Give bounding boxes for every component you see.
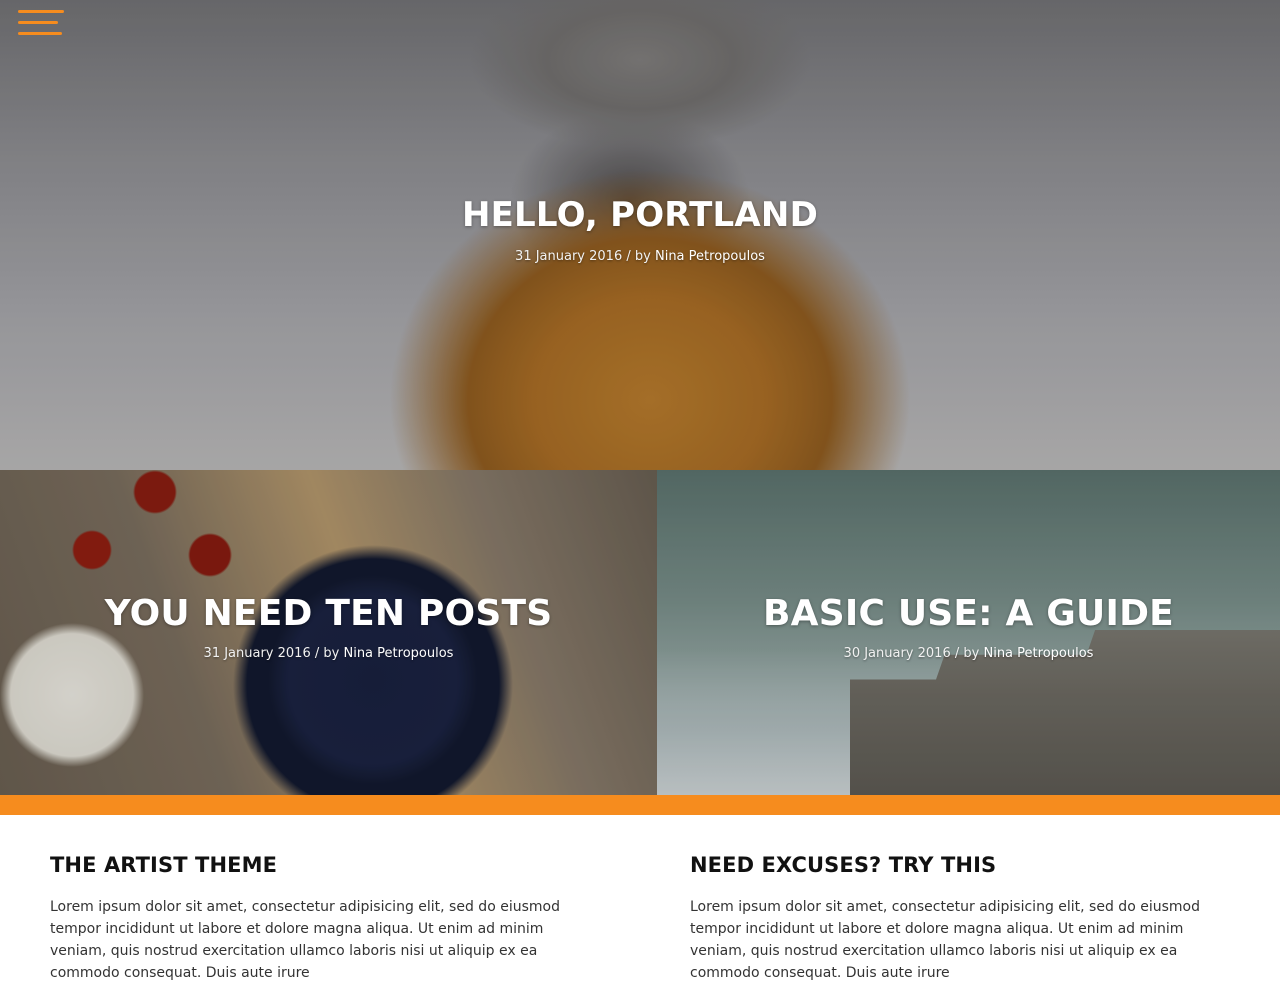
menu-line [18, 21, 58, 24]
post-meta: 31 January 2016 / by Nina Petropoulos [0, 646, 657, 661]
post-meta: 30 January 2016 / by Nina Petropoulos [657, 646, 1280, 661]
hero-image [0, 0, 1280, 470]
post-date: 30 January 2016 [843, 646, 951, 661]
post-tile-left[interactable]: YOU NEED TEN POSTS 31 January 2016 / by … [0, 470, 657, 795]
meta-separator: / by [626, 249, 651, 264]
menu-line [18, 10, 64, 13]
hero-post-title[interactable]: HELLO, PORTLAND [0, 195, 1280, 235]
post-author-link[interactable]: Nina Petropoulos [983, 646, 1093, 661]
post-title[interactable]: YOU NEED TEN POSTS [0, 593, 657, 634]
widget-text: Lorem ipsum dolor sit amet, consectetur … [50, 899, 560, 981]
widget-title: THE ARTIST THEME [50, 853, 278, 877]
hero-post-meta: 31 January 2016 / by Nina Petropoulos [0, 249, 1280, 264]
featured-post-hero[interactable]: HELLO, PORTLAND 31 January 2016 / by Nin… [0, 0, 1280, 470]
widget-need-excuses: NEED EXCUSES? TRY THIS Lorem ipsum dolor… [690, 853, 1230, 984]
hamburger-menu-icon[interactable] [18, 10, 64, 38]
menu-line [18, 32, 62, 35]
widget-text: Lorem ipsum dolor sit amet, consectetur … [690, 899, 1200, 981]
widget-artist-theme: THE ARTIST THEME Lorem ipsum dolor sit a… [50, 853, 590, 984]
accent-divider [0, 795, 1280, 815]
post-date: 31 January 2016 [515, 249, 623, 264]
post-tile-right[interactable]: BASIC USE: A GUIDE 30 January 2016 / by … [657, 470, 1280, 795]
meta-separator: / by [954, 646, 980, 661]
widget-title: NEED EXCUSES? TRY THIS [690, 853, 997, 877]
post-author-link[interactable]: Nina Petropoulos [343, 646, 453, 661]
meta-separator: / by [314, 646, 340, 661]
post-author-link[interactable]: Nina Petropoulos [655, 249, 765, 264]
post-title[interactable]: BASIC USE: A GUIDE [657, 593, 1280, 634]
post-date: 31 January 2016 [203, 646, 311, 661]
